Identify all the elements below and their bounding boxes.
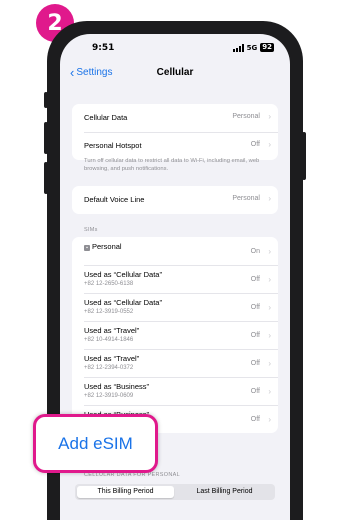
sim-row[interactable]: Used as “Cellular Data” +82 12-2650-6138… [72,265,278,293]
row-label: Personal Hotspot [84,141,142,150]
signal-icon [232,43,244,52]
row-value: Off [250,304,260,311]
last-billing-period-tab[interactable]: Last Billing Period [176,486,273,498]
chevron-right-icon: › [268,415,271,424]
this-billing-period-tab[interactable]: This Billing Period [77,486,174,498]
chevron-left-icon: ‹ [70,64,75,80]
volume-up-button [44,122,48,154]
chevron-right-icon: › [268,359,271,368]
row-value: Off [250,141,260,148]
sim-row[interactable]: Used as “Business” +82 12-3919-0609 Off … [72,377,278,405]
sim-row[interactable]: Used as “Cellular Data” +82 12-3919-0552… [72,293,278,321]
volume-down-button [44,162,48,194]
chevron-right-icon: › [268,331,271,340]
default-voice-line-row[interactable]: Default Voice Line Personal › [72,186,278,214]
row-label: Cellular Data [84,113,128,122]
phone-number: +82 12-3919-0552 [84,309,134,315]
navigation-bar: ‹ Settings Cellular [60,63,290,83]
chevron-right-icon: › [268,194,271,203]
sim-row[interactable]: ▪ Personal On › [72,237,278,265]
sims-group: ▪ Personal On › Used as “Cellular Data” +… [72,237,278,433]
add-esim-button[interactable]: Add eSIM [33,414,158,473]
row-value: Off [250,388,260,395]
row-label: Used as “Travel” [84,326,140,335]
row-value: Personal [232,113,260,120]
row-label: Used as “Cellular Data” [84,298,162,307]
power-button [302,132,306,180]
cellular-data-note: Turn off cellular data to restrict all d… [84,158,260,172]
status-bar: 9:51 5G 92 [60,34,290,62]
status-time: 9:51 [92,43,115,53]
row-value: Off [250,360,260,367]
personal-hotspot-row[interactable]: Personal Hotspot Off › [72,132,278,160]
chevron-right-icon: › [268,112,271,121]
row-value: Off [250,332,260,339]
cellular-settings-group: Cellular Data Personal › Personal Hotspo… [72,104,278,160]
phone-number: +82 12-2394-0372 [84,365,134,371]
row-label: Used as “Cellular Data” [84,270,162,279]
row-value: Off [250,416,260,423]
sim-label: Personal [92,242,122,251]
back-label: Settings [76,67,113,78]
voice-line-group: Default Voice Line Personal › [72,186,278,214]
sim-card-icon: ▪ [84,245,90,251]
row-label: Used as “Travel” [84,354,140,363]
sim-row[interactable]: Used as “Travel” +82 12-2394-0372 Off › [72,349,278,377]
chevron-right-icon: › [268,275,271,284]
network-type: 5G [246,43,258,52]
phone-number: +82 10-4914-1846 [84,337,134,343]
row-label: Used as “Business” [84,382,150,391]
row-value: On [250,248,260,255]
back-button[interactable]: ‹ Settings [70,64,113,80]
phone-number: +82 12-2650-6138 [84,281,134,287]
action-button [44,92,48,108]
sim-row[interactable]: Used as “Travel” +82 10-4914-1846 Off › [72,321,278,349]
chevron-right-icon: › [268,140,271,149]
chevron-right-icon: › [268,387,271,396]
chevron-right-icon: › [268,303,271,312]
row-value: Off [250,276,260,283]
phone-number: +82 12-3919-0609 [84,393,134,399]
sims-section-header: SIMs [84,227,98,233]
row-value: Personal [232,195,260,202]
battery-icon: 92 [260,43,274,52]
row-label: Default Voice Line [84,195,145,204]
row-label: ▪ Personal [84,242,122,251]
cellular-data-row[interactable]: Cellular Data Personal › [72,104,278,132]
billing-period-segmented-control: This Billing Period Last Billing Period [75,484,275,500]
chevron-right-icon: › [268,247,271,256]
